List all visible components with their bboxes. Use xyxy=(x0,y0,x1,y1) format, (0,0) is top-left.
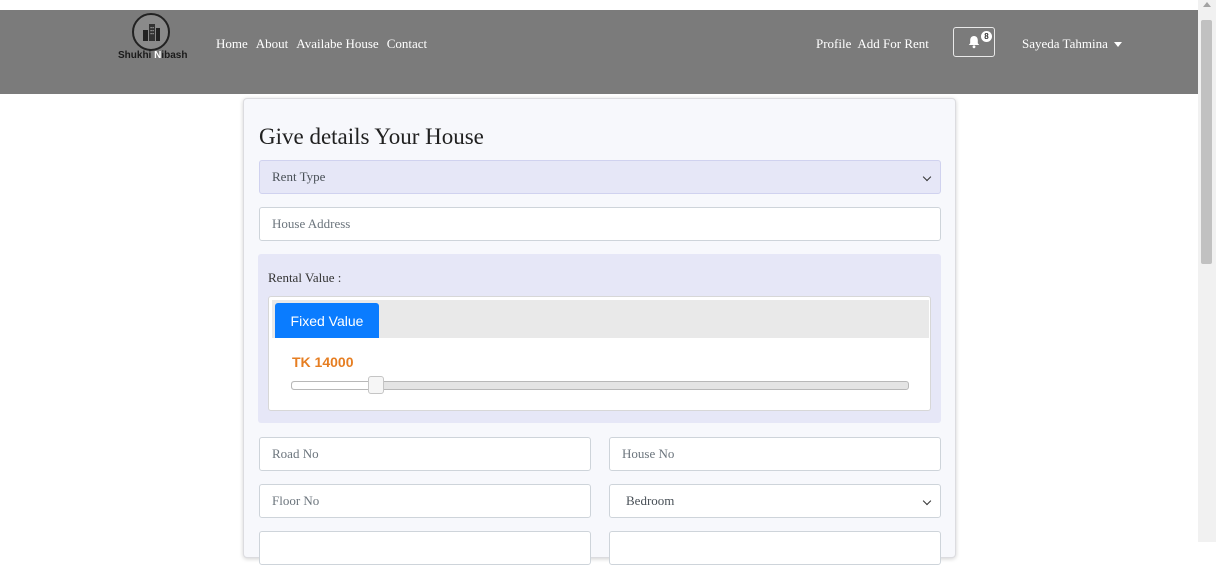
user-nav: Profile Add For Rent xyxy=(816,36,935,52)
next-row-right-input[interactable] xyxy=(609,531,941,565)
notifications-button[interactable]: 8 xyxy=(953,27,995,57)
house-no-input[interactable]: House No xyxy=(609,437,941,471)
slider-handle[interactable] xyxy=(368,376,385,394)
form-title: Give details Your House xyxy=(259,124,484,149)
floor-no-input[interactable]: Floor No xyxy=(259,484,591,518)
rent-type-select[interactable]: Rent Type xyxy=(259,160,941,194)
caret-down-icon xyxy=(1113,41,1122,47)
road-no-input[interactable]: Road No xyxy=(259,437,591,471)
nav-profile-link[interactable]: Profile xyxy=(816,36,851,52)
bell-icon xyxy=(968,36,980,49)
nav-home-link[interactable]: Home xyxy=(216,36,248,52)
floor-no-placeholder: Floor No xyxy=(272,493,320,508)
house-no-placeholder: House No xyxy=(622,446,675,461)
main-nav: Home About Availabe House Contact xyxy=(216,36,435,52)
user-name: Sayeda Tahmina xyxy=(1022,36,1108,51)
brand-logo[interactable]: Shukhi Nibash xyxy=(118,13,204,75)
price-display: TK 14000 xyxy=(292,354,354,370)
nav-contact-link[interactable]: Contact xyxy=(387,36,427,52)
brand-name: Shukhi Nibash xyxy=(118,50,188,61)
rental-value-label: Rental Value : xyxy=(268,270,342,285)
slider-range-fill xyxy=(292,382,377,389)
chevron-down-icon xyxy=(922,496,932,506)
scrollbar-thumb[interactable] xyxy=(1201,20,1212,264)
next-row-left-input[interactable] xyxy=(259,531,591,565)
nav-available-house-link[interactable]: Availabe House xyxy=(296,36,378,52)
house-address-input[interactable]: House Address xyxy=(259,207,941,241)
bedroom-value: Bedroom xyxy=(626,493,675,508)
page-scrollbar[interactable] xyxy=(1198,0,1216,542)
road-no-placeholder: Road No xyxy=(272,446,319,461)
scroll-up-arrow-icon[interactable] xyxy=(1203,2,1211,7)
nav-about-link[interactable]: About xyxy=(256,36,289,52)
rent-type-value: Rent Type xyxy=(272,169,326,184)
house-address-placeholder: House Address xyxy=(272,216,351,231)
notification-count-badge: 8 xyxy=(981,31,992,42)
tab-fixed-value[interactable]: Fixed Value xyxy=(275,303,379,338)
chevron-down-icon xyxy=(922,172,932,182)
building-icon xyxy=(132,13,170,51)
user-dropdown-toggle[interactable]: Sayeda Tahmina xyxy=(1022,36,1122,52)
bedroom-select[interactable]: Bedroom xyxy=(609,484,941,518)
nav-add-for-rent-link[interactable]: Add For Rent xyxy=(857,36,929,52)
